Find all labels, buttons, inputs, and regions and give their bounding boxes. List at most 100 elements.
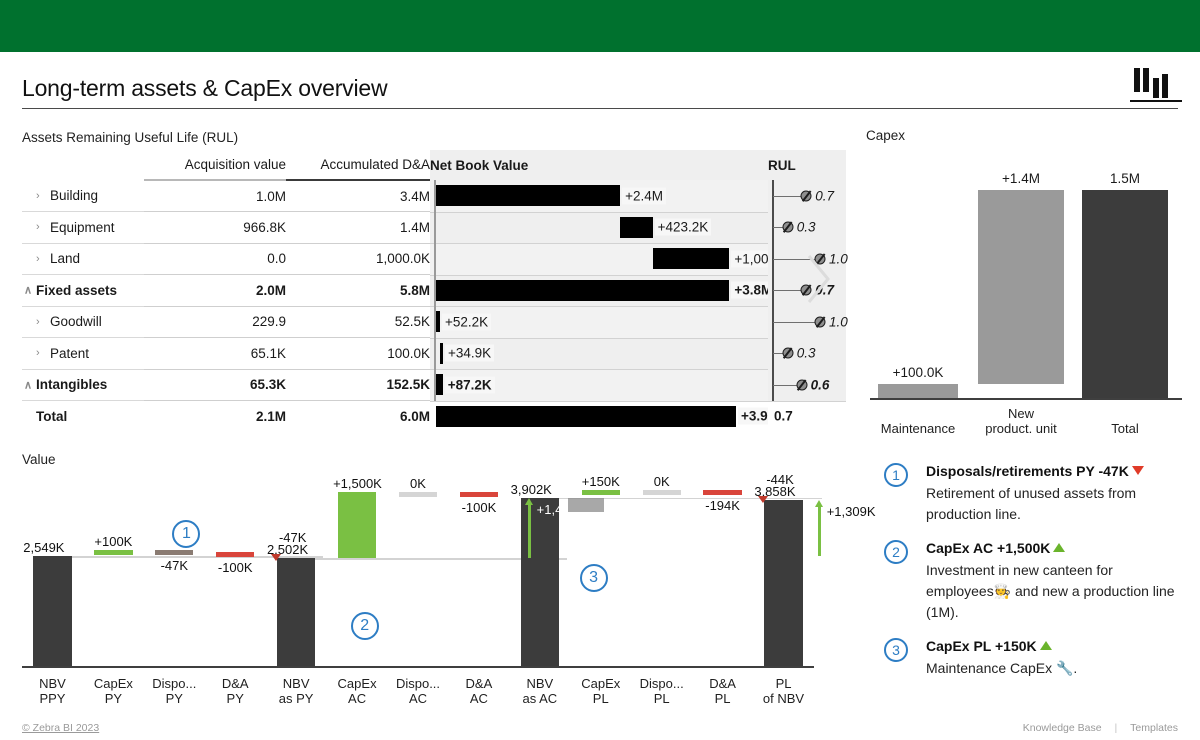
row-divider [430,369,768,370]
cell-rul: 0.3 [768,338,846,370]
cell-accumulated: 6.0M [286,401,430,433]
row-label-cell[interactable]: Total [22,401,144,433]
comments-panel: 1 Disposals/retirements PY -47K Retirement… [884,462,1184,693]
row-label: Fixed assets [36,283,117,298]
comment-title-text: Disposals/retirements PY -47K [926,463,1129,479]
table-row[interactable]: ›Equipment966.8K1.4M+423.2K0.3 [22,212,846,244]
nbv-bar [620,217,652,238]
row-label-cell[interactable]: ∧Intangibles [22,369,144,401]
capex-data-label: +100.0K [878,365,958,380]
waterfall-category-label[interactable]: CapExAC [327,676,388,706]
rul-value: 0.6 [811,377,830,392]
rul-dot-marker [801,285,812,296]
row-divider [430,275,768,276]
waterfall-annotation-marker-1[interactable]: 1 [172,520,200,548]
cell-acquisition: 1.0M [144,180,286,212]
table-row[interactable]: Total2.1M6.0M+3.9M0.7 [22,401,846,433]
waterfall-plot-area: 2,549K+100K-47K-100K2,502K+1,500K0K-100K… [22,472,822,668]
col-header-accumulated[interactable]: Accumulated D&A [286,150,430,180]
waterfall-category-label[interactable]: CapExPL [570,676,631,706]
waterfall-delta-label: +100K [89,534,137,549]
waterfall-delta-label: -100K [455,500,503,515]
footer-link-templates[interactable]: Templates [1130,722,1178,734]
waterfall-category-label[interactable]: Dispo...AC [388,676,449,706]
waterfall-delta-bar [460,492,498,497]
rul-total-value: 0.7 [774,409,793,424]
nbv-bar [440,343,443,364]
rul-dot-marker [796,379,807,390]
capex-category-label[interactable]: Maintenance [864,421,972,436]
chevron-right-icon[interactable]: › [36,190,40,202]
chevron-right-icon[interactable]: › [36,221,40,233]
row-label-cell[interactable]: ›Goodwill [22,306,144,338]
waterfall-category-label[interactable]: Dispo...PL [631,676,692,706]
waterfall-delta-label: 0K [638,474,686,489]
footer-copyright[interactable]: © Zebra BI 2023 [22,722,99,734]
col-header-net-book-value[interactable]: Net Book Value [430,150,768,180]
comment-number-badge[interactable]: 1 [884,463,908,487]
comment-number-badge[interactable]: 3 [884,638,908,662]
table-row[interactable]: ›Patent65.1K100.0K+34.9K0.3 [22,338,846,370]
table-row[interactable]: ›Goodwill229.952.5K+52.2K1.0 [22,306,846,338]
col-header-name[interactable] [22,150,144,180]
capex-chart: Capex +100.0KMaintenance+1.4MNewproduct.… [866,128,1186,438]
cell-rul: 0.7 [768,180,846,212]
chevron-right-icon[interactable]: › [36,347,40,359]
nbv-bar [436,374,443,395]
table-header-row: Acquisition value Accumulated D&A Net Bo… [22,150,846,180]
waterfall-category-label[interactable]: NBVPPY [22,676,83,706]
footer-link-knowledge-base[interactable]: Knowledge Base [1023,722,1102,734]
waterfall-annotation-marker-2[interactable]: 2 [351,612,379,640]
row-label: Equipment [50,220,115,235]
table-row[interactable]: ∧Intangibles65.3K152.5K+87.2K0.6 [22,369,846,401]
nbv-bar [436,311,440,332]
comment-number-badge[interactable]: 2 [884,540,908,564]
nbv-bar [436,280,729,301]
slide-canvas: Long-term assets & CapEx overview Assets… [0,0,1200,740]
table-row[interactable]: ›Land0.01,000.0K+1,000.0K1.0 [22,243,846,275]
waterfall-category-label[interactable]: NBVas AC [509,676,570,706]
col-header-acquisition[interactable]: Acquisition value [144,150,286,180]
row-label-cell[interactable]: ›Land [22,243,144,275]
nbv-axis [434,243,436,275]
title-underline [22,108,1178,109]
cell-net-book-value: +3.9M [430,401,768,433]
waterfall-total-label: 2,549K [23,540,64,555]
comment-title-text: CapEx PL +150K [926,638,1037,654]
table-row[interactable]: ›Building1.0M3.4M+2.4M0.7 [22,180,846,212]
row-label-cell[interactable]: › Equipment [22,212,144,244]
cell-acquisition: 2.0M [144,275,286,307]
rul-value: 0.3 [797,346,816,361]
rul-dot-marker [801,190,812,201]
waterfall-annotation-marker-3[interactable]: 3 [580,564,608,592]
chevron-up-icon[interactable]: ∧ [24,284,32,297]
cell-accumulated: 100.0K [286,338,430,370]
waterfall-category-label[interactable]: D&APY [205,676,266,706]
row-label-cell[interactable]: ›Building [22,180,144,212]
table-row[interactable]: ∧Fixed assets2.0M5.8M+3.8M0.7 [22,275,846,307]
waterfall-category-label[interactable]: D&AAC [448,676,509,706]
chevron-right-icon[interactable]: › [36,316,40,328]
waterfall-category-label[interactable]: PLof NBV [753,676,814,706]
waterfall-category-label[interactable]: Dispo...PY [144,676,205,706]
waterfall-category-label[interactable]: CapExPY [83,676,144,706]
waterfall-category-label[interactable]: NBVas PY [266,676,327,706]
negative-variance-marker-icon [271,554,281,561]
waterfall-category-label[interactable]: D&APL [692,676,753,706]
comment-body: Retirement of unused assets from product… [926,483,1184,525]
capex-category-label[interactable]: Newproduct. unit [964,406,1078,436]
capex-category-label[interactable]: Total [1068,421,1182,436]
nbv-bar [436,406,736,427]
chevron-up-icon[interactable]: ∧ [24,378,32,391]
table-caption: Assets Remaining Useful Life (RUL) [22,130,238,145]
col-header-rul[interactable]: RUL [768,150,846,180]
trend-down-icon [1132,466,1144,475]
trend-up-icon [1040,641,1052,650]
row-label-cell[interactable]: ∧ Fixed assets [22,275,144,307]
row-label-cell[interactable]: ›Patent [22,338,144,370]
comment-title: Disposals/retirements PY -47K [926,462,1184,481]
variance-delta-label: -47K [279,530,306,545]
waterfall-delta-label: -194K [699,498,747,513]
chevron-right-icon[interactable]: › [36,253,40,265]
cell-net-book-value: +52.2K [430,306,768,338]
